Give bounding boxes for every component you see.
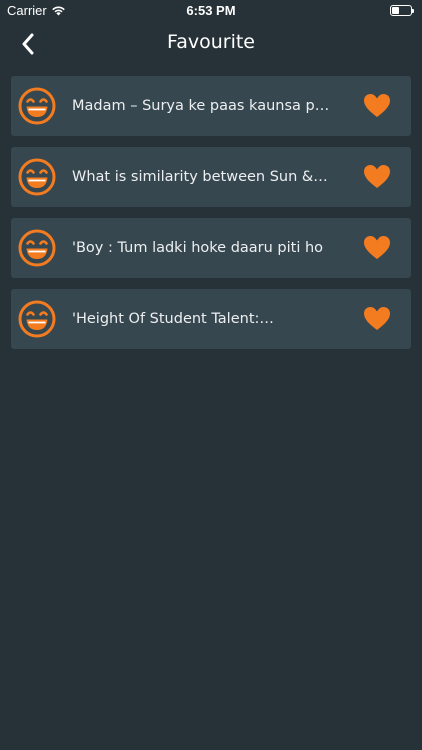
grinning-face-icon xyxy=(18,158,56,196)
list-item[interactable]: Madam – Surya ke paas kaunsa planet hai xyxy=(11,76,411,136)
favourites-list: Madam – Surya ke paas kaunsa planet hai … xyxy=(11,76,411,360)
item-text: What is similarity between Sun & Moon xyxy=(72,169,330,185)
grinning-face-icon xyxy=(18,229,56,267)
battery-level xyxy=(392,7,399,14)
item-text: 'Height Of Student Talent:… xyxy=(72,311,274,327)
status-bar: Carrier 6:53 PM xyxy=(0,0,422,22)
grinning-face-icon xyxy=(18,87,56,125)
page-title: Favourite xyxy=(167,31,255,53)
list-item[interactable]: What is similarity between Sun & Moon xyxy=(11,147,411,207)
status-time: 6:53 PM xyxy=(186,3,236,18)
heart-icon[interactable] xyxy=(363,93,391,119)
battery-icon xyxy=(390,5,414,16)
list-item[interactable]: 'Height Of Student Talent:… xyxy=(11,289,411,349)
heart-icon[interactable] xyxy=(363,235,391,261)
item-text: 'Boy : Tum ladki hoke daaru piti ho xyxy=(72,240,324,256)
heart-icon[interactable] xyxy=(363,164,391,190)
grinning-face-icon xyxy=(18,300,56,338)
navigation-bar: Favourite xyxy=(0,22,422,66)
item-text: Madam – Surya ke paas kaunsa planet hai xyxy=(72,98,330,114)
list-item[interactable]: 'Boy : Tum ladki hoke daaru piti ho xyxy=(11,218,411,278)
heart-icon[interactable] xyxy=(363,306,391,332)
